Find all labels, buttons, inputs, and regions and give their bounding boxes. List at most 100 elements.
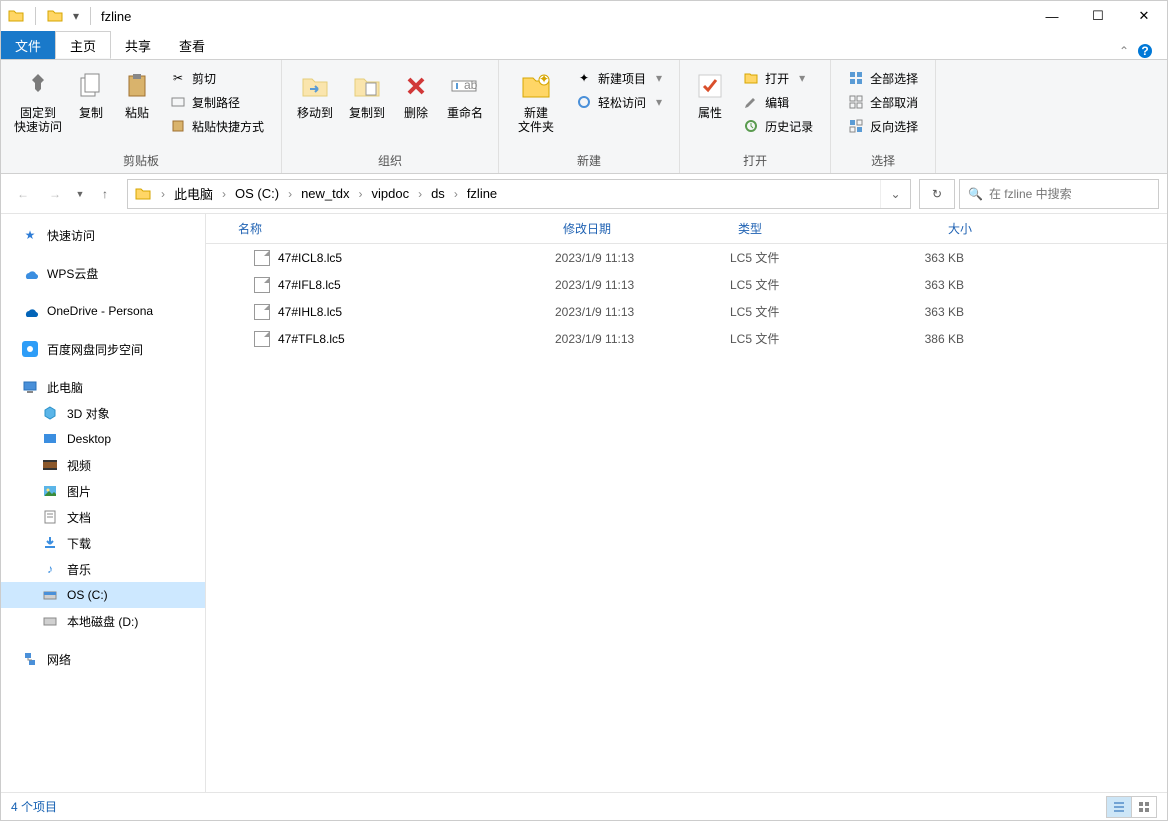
edit-button[interactable]: 编辑 [734, 90, 822, 114]
file-row[interactable]: 47#IHL8.lc52023/1/9 11:13LC5 文件363 KB [206, 298, 1167, 325]
nav-quick-access[interactable]: ★快速访问 [1, 222, 205, 248]
maximize-button[interactable]: ☐ [1075, 1, 1121, 31]
open-button[interactable]: 打开▾ [734, 66, 822, 90]
minimize-ribbon-icon[interactable]: ⌃ [1119, 44, 1129, 58]
chevron-right-icon[interactable]: › [285, 180, 295, 208]
nav-network[interactable]: 网络 [1, 646, 205, 672]
tab-share[interactable]: 共享 [111, 31, 165, 59]
tab-file[interactable]: 文件 [1, 31, 55, 59]
group-clipboard: 固定到快速访问 复制 粘贴 ✂剪切 复制路径 粘贴快捷方式 剪贴板 [1, 60, 282, 173]
invert-icon [848, 118, 864, 134]
col-date[interactable]: 修改日期 [555, 220, 730, 237]
chevron-right-icon[interactable]: › [415, 180, 425, 208]
up-button[interactable]: ↑ [91, 180, 119, 208]
chevron-right-icon[interactable]: › [158, 180, 168, 208]
copy-path-button[interactable]: 复制路径 [161, 90, 273, 114]
nav-onedrive[interactable]: OneDrive - Persona [1, 298, 205, 324]
video-icon [41, 456, 59, 474]
newitem-icon: ✦ [576, 70, 592, 86]
file-size: 363 KB [885, 305, 980, 319]
content-area: ★快速访问 WPS云盘 OneDrive - Persona 百度网盘同步空间 … [1, 214, 1167, 792]
copy-icon [74, 69, 108, 103]
move-to-button[interactable]: 移动到 [290, 64, 340, 125]
nav-this-pc[interactable]: 此电脑 [1, 374, 205, 400]
pin-quick-access-button[interactable]: 固定到快速访问 [9, 64, 67, 139]
nav-wps[interactable]: WPS云盘 [1, 260, 205, 286]
new-folder-button[interactable]: ✦新建文件夹 [507, 64, 565, 139]
address-dropdown[interactable]: ⌄ [880, 180, 910, 208]
nav-3d-objects[interactable]: 3D 对象 [1, 400, 205, 426]
back-button[interactable]: ← [9, 180, 37, 208]
nav-documents[interactable]: 文档 [1, 504, 205, 530]
forward-button[interactable]: → [41, 180, 69, 208]
nav-downloads[interactable]: 下载 [1, 530, 205, 556]
chevron-right-icon[interactable]: › [219, 180, 229, 208]
copy-button[interactable]: 复制 [69, 64, 113, 125]
addr-folder-icon[interactable] [128, 180, 158, 208]
nav-baidu[interactable]: 百度网盘同步空间 [1, 336, 205, 362]
easyaccess-icon [576, 94, 592, 110]
copy-to-button[interactable]: 复制到 [342, 64, 392, 125]
search-box[interactable]: 🔍 在 fzline 中搜索 [959, 179, 1159, 209]
file-date: 2023/1/9 11:13 [555, 332, 730, 346]
crumb-ds[interactable]: ds [425, 180, 451, 208]
file-row[interactable]: 47#ICL8.lc52023/1/9 11:13LC5 文件363 KB [206, 244, 1167, 271]
properties-button[interactable]: 属性 [688, 64, 732, 125]
chevron-right-icon[interactable]: › [451, 180, 461, 208]
rename-button[interactable]: ab重命名 [440, 64, 490, 125]
paste-shortcut-button[interactable]: 粘贴快捷方式 [161, 114, 273, 138]
col-size[interactable]: 大小 [885, 220, 980, 237]
select-none-button[interactable]: 全部取消 [839, 90, 927, 114]
nav-disk-c[interactable]: OS (C:) [1, 582, 205, 608]
col-name[interactable]: 名称 [230, 220, 555, 237]
cut-button[interactable]: ✂剪切 [161, 66, 273, 90]
nav-music[interactable]: ♪音乐 [1, 556, 205, 582]
select-all-button[interactable]: 全部选择 [839, 66, 927, 90]
file-list[interactable]: 47#ICL8.lc52023/1/9 11:13LC5 文件363 KB47#… [206, 244, 1167, 352]
icons-view-button[interactable] [1131, 796, 1157, 818]
nav-disk-d[interactable]: 本地磁盘 (D:) [1, 608, 205, 634]
nav-desktop[interactable]: Desktop [1, 426, 205, 452]
ribbon: 固定到快速访问 复制 粘贴 ✂剪切 复制路径 粘贴快捷方式 剪贴板 移动到 复制… [1, 59, 1167, 174]
history-button[interactable]: 历史记录 [734, 114, 822, 138]
paste-button[interactable]: 粘贴 [115, 64, 159, 125]
crumb-vipdoc[interactable]: vipdoc [366, 180, 416, 208]
copyto-icon [350, 69, 384, 103]
invert-selection-button[interactable]: 反向选择 [839, 114, 927, 138]
address-bar[interactable]: › 此电脑› OS (C:)› new_tdx› vipdoc› ds› fzl… [127, 179, 911, 209]
group-new: ✦新建文件夹 ✦新建项目▾ 轻松访问▾ 新建 [499, 60, 680, 173]
folder-qat-icon[interactable] [44, 5, 66, 27]
recent-dropdown[interactable]: ▼ [73, 180, 87, 208]
details-view-button[interactable] [1106, 796, 1132, 818]
group-label: 剪贴板 [123, 150, 159, 171]
refresh-button[interactable]: ↻ [919, 179, 955, 209]
file-row[interactable]: 47#TFL8.lc52023/1/9 11:13LC5 文件386 KB [206, 325, 1167, 352]
navigation-pane[interactable]: ★快速访问 WPS云盘 OneDrive - Persona 百度网盘同步空间 … [1, 214, 206, 792]
help-icon[interactable]: ? [1137, 43, 1153, 59]
crumb-thispc[interactable]: 此电脑 [168, 180, 219, 208]
svg-text:?: ? [1141, 44, 1148, 58]
crumb-osc[interactable]: OS (C:) [229, 180, 285, 208]
nav-videos[interactable]: 视频 [1, 452, 205, 478]
crumb-fzline[interactable]: fzline [461, 180, 503, 208]
file-row[interactable]: 47#IFL8.lc52023/1/9 11:13LC5 文件363 KB [206, 271, 1167, 298]
tab-home[interactable]: 主页 [55, 31, 111, 59]
ribbon-tabs: 文件 主页 共享 查看 ⌃ ? [1, 31, 1167, 59]
crumb-newtdx[interactable]: new_tdx [295, 180, 355, 208]
file-name: 47#IFL8.lc5 [278, 278, 341, 292]
file-size: 363 KB [885, 251, 980, 265]
close-button[interactable]: ✕ [1121, 1, 1167, 31]
chevron-right-icon[interactable]: › [356, 180, 366, 208]
cloud-icon [21, 264, 39, 282]
nav-pictures[interactable]: 图片 [1, 478, 205, 504]
delete-button[interactable]: 删除 [394, 64, 438, 125]
drive-icon [41, 612, 59, 630]
network-icon [21, 650, 39, 668]
minimize-button[interactable]: — [1029, 1, 1075, 31]
col-type[interactable]: 类型 [730, 220, 885, 237]
tab-view[interactable]: 查看 [165, 31, 219, 59]
qat-dropdown-icon[interactable]: ▾ [70, 5, 82, 27]
easy-access-button[interactable]: 轻松访问▾ [567, 90, 671, 114]
new-item-button[interactable]: ✦新建项目▾ [567, 66, 671, 90]
pin-icon [21, 69, 55, 103]
